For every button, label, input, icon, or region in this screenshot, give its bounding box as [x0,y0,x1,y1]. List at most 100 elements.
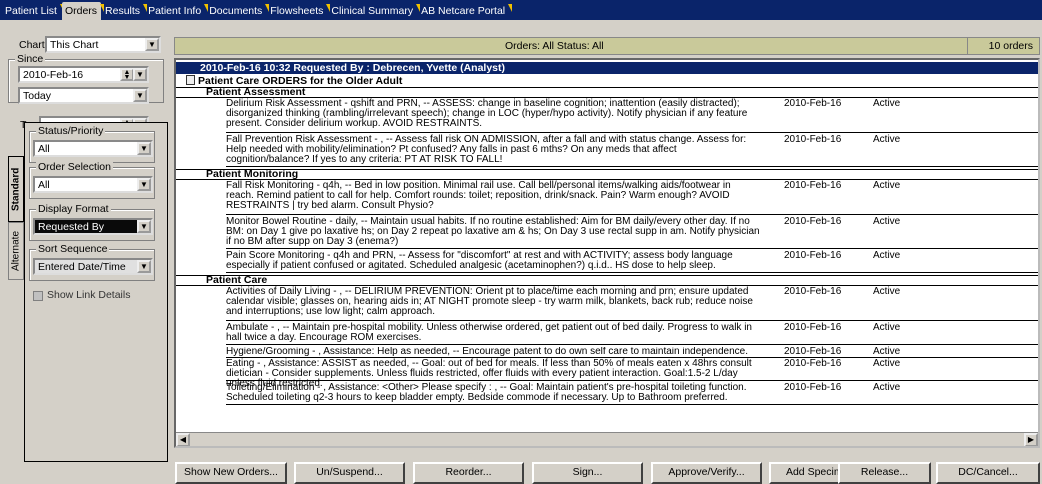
chart-label: Chart: [19,39,48,51]
order-row[interactable]: Activities of Daily Living - , -- DELIRI… [226,287,1038,321]
order-date: 2010-Feb-16 [784,286,842,297]
section-patient-care: Patient Care [176,275,1038,286]
tab-alternate-label: Alternate [10,230,22,272]
order-row[interactable]: Eating - , Assistance: ASSIST as needed,… [226,358,1038,389]
chart-select-value: This Chart [50,39,99,51]
tab-clinical-summary[interactable]: Clinical Summary [328,2,420,20]
order-date: 2010-Feb-16 [784,358,842,369]
show-link-details-label: Show Link Details [47,289,131,301]
order-date: 2010-Feb-16 [784,180,842,191]
display-format-value: Requested By [38,221,104,233]
order-status: Active [873,98,901,109]
order-row[interactable]: Monitor Bowel Routine - daily, -- Mainta… [226,217,1038,249]
un-suspend-button[interactable]: Un/Suspend... [294,462,405,484]
document-icon [186,75,195,85]
spin-arrows-icon[interactable]: ▲▼ [120,68,134,81]
order-text: Hygiene/Grooming - , Assistance: Help as… [226,347,748,357]
section-patient-assessment: Patient Assessment [176,87,1038,98]
order-selection-value: All [38,179,50,191]
dc-cancel-button[interactable]: DC/Cancel... [936,462,1040,484]
order-text: Monitor Bowel Routine - daily, -- Mainta… [226,216,760,247]
chevron-down-icon[interactable]: ▼ [133,89,147,102]
order-text: Toileting/Elimination - , Assistance: <O… [226,382,747,403]
order-date: 2010-Feb-16 [784,250,842,261]
order-selection-select[interactable]: All ▼ [33,176,153,193]
order-text: Ambulate - , -- Maintain pre-hospital mo… [226,322,752,343]
order-row[interactable]: Toileting/Elimination - , Assistance: <O… [226,383,1038,405]
order-status: Active [873,382,901,393]
order-selection-label: Order Selection [36,161,113,173]
order-text: Delirium Risk Assessment - qshift and PR… [226,98,748,129]
tab-ab-netcare-portal[interactable]: AB Netcare Portal [418,2,513,20]
order-row[interactable]: Hygiene/Grooming - , Assistance: Help as… [226,347,1038,358]
order-status: Active [873,322,901,333]
order-status: Active [873,180,901,191]
arrow-left-icon[interactable]: ◀ [176,433,190,446]
order-row[interactable]: Fall Prevention Risk Assessment - , -- A… [226,135,1038,167]
tab-patient-list[interactable]: Patient List [2,2,64,20]
tab-documents[interactable]: Documents [206,2,270,20]
order-row[interactable]: Delirium Risk Assessment - qshift and PR… [226,99,1038,133]
order-status: Active [873,134,901,145]
show-link-details-checkbox[interactable] [33,291,43,301]
order-status: Active [873,286,901,297]
chevron-down-icon[interactable]: ▼ [137,220,151,233]
standard-options-panel: Status/Priority All ▼ Order Selection Al… [24,122,168,462]
order-row[interactable]: Pain Score Monitoring - q4h and PRN, -- … [226,251,1038,273]
chevron-down-icon[interactable]: ▼ [137,178,151,191]
sort-sequence-select[interactable]: Entered Date/Time ▼ [33,258,153,275]
status-label: Status/Priority [36,125,106,137]
status-select[interactable]: All ▼ [33,140,153,157]
chevron-down-icon[interactable]: ▼ [145,38,159,51]
order-status: Active [873,346,901,357]
tab-orders[interactable]: Orders [61,2,105,20]
order-status: Active [873,250,901,261]
display-format-label: Display Format [36,203,111,215]
tab-standard[interactable]: Standard [8,156,24,222]
sort-sequence-label: Sort Sequence [36,243,110,255]
since-date-value: 2010-Feb-16 [23,69,84,81]
since-label: Since [15,53,46,65]
requested-by-bar: 2010-Feb-16 10:32 Requested By : Debrece… [176,62,1038,74]
since-date-field[interactable]: 2010-Feb-16 ▲ ▼ ▼ [18,66,149,83]
release-button[interactable]: Release... [838,462,931,484]
display-format-select[interactable]: Requested By ▼ [33,218,153,235]
show-new-orders-button[interactable]: Show New Orders... [175,462,287,484]
order-status: Active [873,358,901,369]
tab-flowsheets[interactable]: Flowsheets [267,2,331,20]
order-text: Fall Risk Monitoring - q4h, -- Bed in lo… [226,180,731,211]
tab-results[interactable]: Results [102,2,148,20]
order-row[interactable]: Fall Risk Monitoring - q4h, -- Bed in lo… [226,181,1038,215]
approve-verify-button[interactable]: Approve/Verify... [651,462,762,484]
filter-summary: Orders: All Status: All [505,40,604,52]
chevron-down-icon[interactable]: ▼ [137,142,151,155]
order-text: Pain Score Monitoring - q4h and PRN, -- … [226,250,733,271]
order-row[interactable]: Ambulate - , -- Maintain pre-hospital mo… [226,323,1038,345]
reorder-button[interactable]: Reorder... [413,462,524,484]
orders-filter-strip: Orders: All Status: All 10 orders [174,37,1040,55]
chevron-down-icon[interactable]: ▼ [133,68,147,81]
order-text: Activities of Daily Living - , -- DELIRI… [226,286,753,317]
order-date: 2010-Feb-16 [784,382,842,393]
chevron-down-icon[interactable]: ▼ [137,260,151,273]
order-date: 2010-Feb-16 [784,134,842,145]
order-text: Fall Prevention Risk Assessment - , -- A… [226,134,747,165]
orders-list: 2010-Feb-16 10:32 Requested By : Debrece… [174,58,1040,448]
sort-sequence-value: Entered Date/Time [38,261,126,273]
sign-button[interactable]: Sign... [532,462,643,484]
order-date: 2010-Feb-16 [784,322,842,333]
today-select[interactable]: Today ▼ [18,87,149,104]
horizontal-scrollbar[interactable]: ◀ ▶ [176,432,1038,446]
chart-select[interactable]: This Chart ▼ [45,36,161,53]
order-date: 2010-Feb-16 [784,98,842,109]
tab-bar: Patient List Orders Results Patient Info… [0,0,1042,20]
order-status: Active [873,216,901,227]
section-patient-monitoring: Patient Monitoring [176,169,1038,180]
arrow-right-icon[interactable]: ▶ [1024,433,1038,446]
tab-patient-info[interactable]: Patient Info [145,2,209,20]
today-value: Today [23,90,52,102]
status-value: All [38,143,50,155]
order-date: 2010-Feb-16 [784,216,842,227]
tab-alternate[interactable]: Alternate [8,222,24,280]
order-date: 2010-Feb-16 [784,346,842,357]
